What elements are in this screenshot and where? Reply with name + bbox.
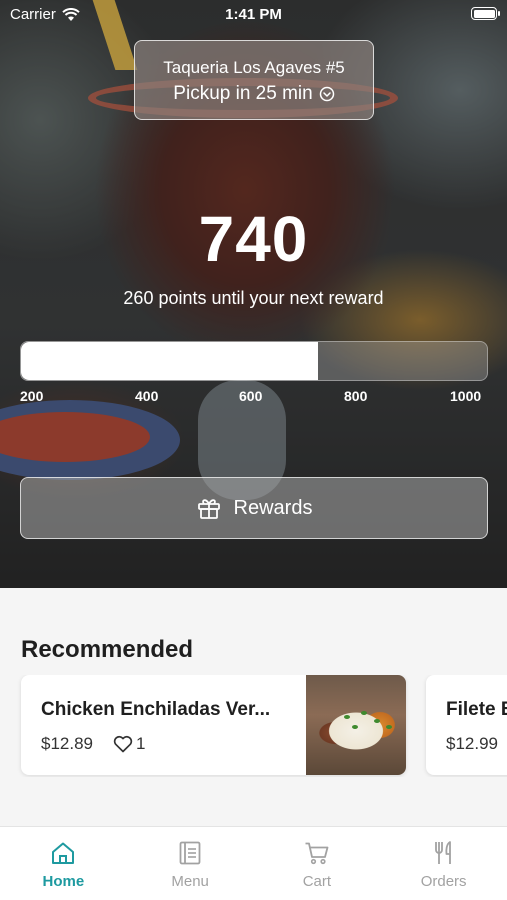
pickup-label: Pickup in 25 min — [173, 83, 313, 104]
gift-icon — [197, 499, 220, 519]
heart-icon — [113, 735, 133, 753]
item-name: Filete E — [446, 699, 507, 720]
tab-label: Menu — [171, 873, 209, 890]
points-progress-fill — [21, 342, 318, 380]
tick-label: 400 — [135, 388, 159, 404]
tab-bar: Home Menu Cart Orders — [0, 826, 507, 900]
recommended-list[interactable]: Chicken Enchiladas Ver... $12.89 1 Filet… — [0, 675, 507, 777]
recommended-item-card[interactable]: Filete E $12.99 — [426, 675, 507, 775]
status-bar: Carrier 1:41 PM — [0, 0, 507, 28]
points-balance: 740 — [198, 203, 309, 275]
tab-menu[interactable]: Menu — [127, 827, 254, 900]
utensils-icon — [434, 841, 451, 864]
pickup-time[interactable]: Pickup in 25 min — [135, 83, 373, 105]
cart-icon — [305, 842, 329, 865]
tick-label: 600 — [239, 388, 263, 404]
item-price: $12.99 — [446, 734, 498, 753]
battery-icon — [471, 7, 500, 20]
tab-label: Orders — [420, 873, 467, 890]
home-icon — [52, 842, 75, 864]
like-count: 1 — [136, 734, 146, 753]
tick-label: 1000 — [450, 388, 482, 404]
points-until-reward: 260 points until your next reward — [123, 288, 384, 308]
hero-banner: Carrier 1:41 PM Taqueria Los Agaves #5 P… — [0, 0, 507, 588]
recommended-item-card[interactable]: Chicken Enchiladas Ver... $12.89 1 — [21, 675, 406, 775]
rewards-button[interactable]: Rewards — [20, 477, 488, 539]
tab-label: Home — [42, 873, 85, 890]
tab-home[interactable]: Home — [0, 827, 127, 900]
enchiladas-photo — [306, 675, 406, 775]
tick-label: 800 — [344, 388, 368, 404]
like-button[interactable]: 1 — [113, 734, 145, 754]
store-selector[interactable]: Taqueria Los Agaves #5 Pickup in 25 min — [134, 40, 374, 120]
item-name: Chicken Enchiladas Ver... — [41, 699, 271, 720]
recommended-title: Recommended — [21, 636, 194, 663]
rewards-label: Rewards — [233, 496, 313, 519]
chevron-down-circle-icon — [319, 86, 334, 102]
item-price: $12.89 — [41, 734, 93, 753]
points-progress-bar — [20, 341, 488, 381]
tick-label: 200 — [20, 388, 44, 404]
store-name: Taqueria Los Agaves #5 — [163, 58, 345, 77]
clock: 1:41 PM — [225, 6, 282, 23]
tab-label: Cart — [302, 873, 332, 890]
tab-cart[interactable]: Cart — [254, 827, 381, 900]
progress-ticks: 200 400 600 800 1000 — [0, 388, 507, 408]
menu-icon — [179, 841, 201, 865]
tab-orders[interactable]: Orders — [380, 827, 507, 900]
